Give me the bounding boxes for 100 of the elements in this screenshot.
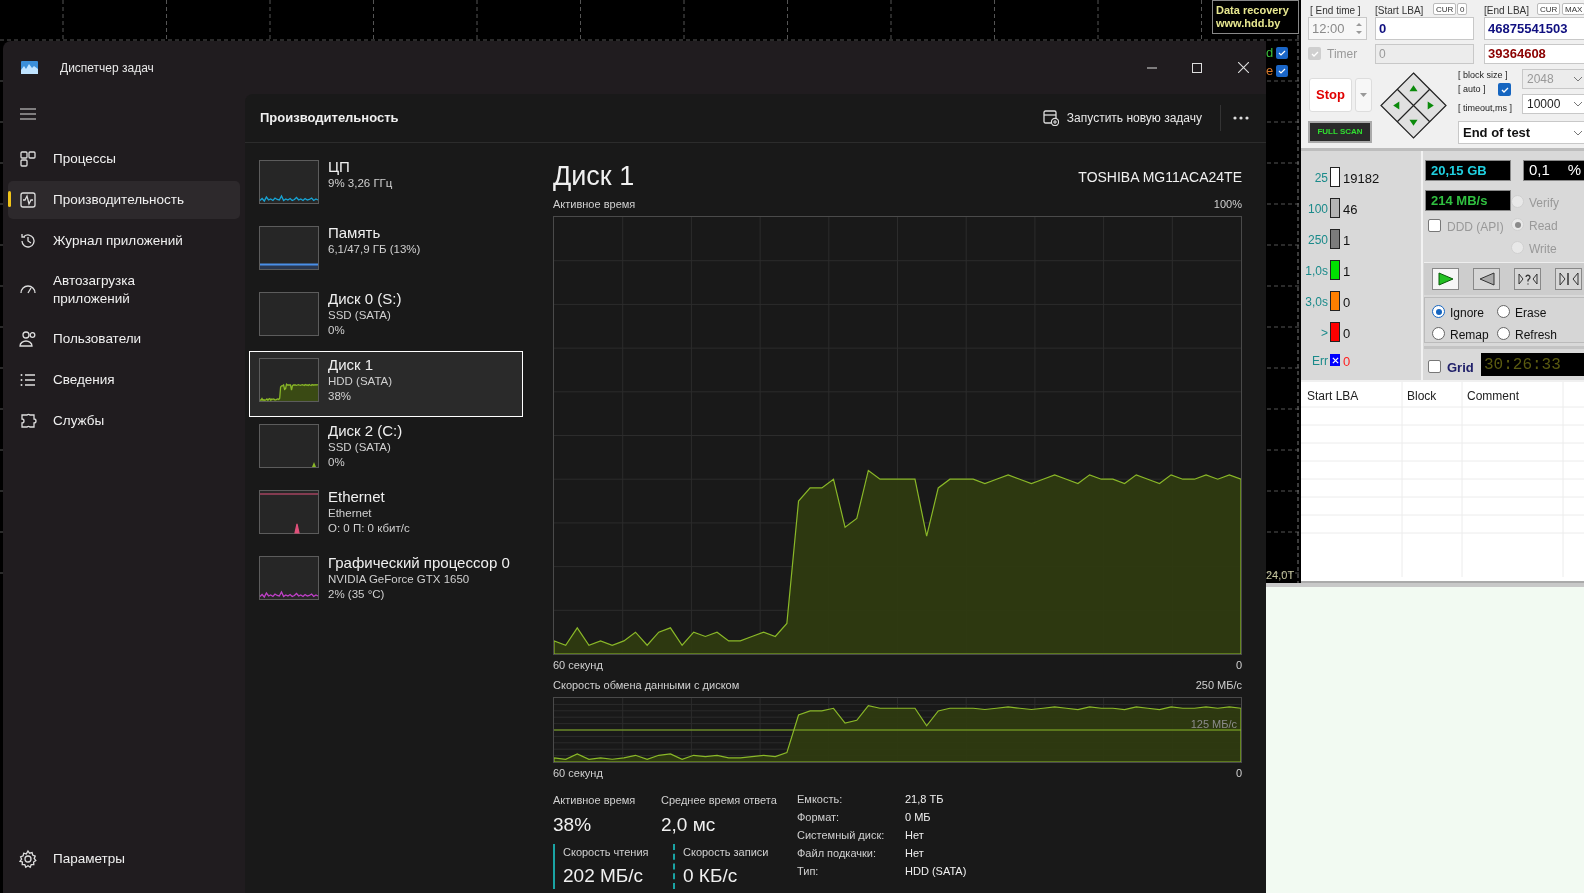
device-name: Диск 2 (C:) [328, 422, 403, 440]
axis-label: 0 [1235, 765, 1242, 781]
input-field[interactable]: 46875541503 [1484, 17, 1584, 40]
transport-button[interactable] [1514, 268, 1541, 290]
property-label: Формат: [797, 810, 841, 825]
nav-item[interactable]: Журнал приложений [8, 222, 240, 260]
skip-icon [1558, 271, 1579, 287]
checkbox[interactable] [1498, 83, 1511, 96]
usage-thumbnail [259, 358, 319, 402]
tag[interactable]: 0 [1457, 3, 1468, 15]
legend-label: d [1266, 46, 1274, 60]
selection-indicator [8, 191, 11, 207]
property-label: Файл подкачки: [797, 846, 878, 861]
more-icon[interactable] [1233, 116, 1249, 120]
device-item[interactable]: Диск 0 (S:) SSD (SATA) 0% [249, 285, 523, 351]
device-name: ЦП [328, 158, 351, 176]
chart-label: Скорость обмена данными с диском [553, 678, 740, 693]
device-detail: 0% [328, 323, 346, 338]
field-label: [ timeout,ms ] [1458, 102, 1512, 115]
transport-button[interactable] [1432, 268, 1459, 290]
full-scan-button[interactable]: FULL SCAN [1308, 121, 1372, 143]
menu-icon[interactable] [20, 108, 36, 120]
nav-item[interactable]: Сведения [8, 361, 240, 399]
usage-thumbnail [259, 556, 319, 600]
column-header: Comment [1467, 388, 1520, 405]
radio-label: Read [1529, 218, 1558, 235]
radio-label: Refresh [1515, 327, 1558, 344]
nav-item[interactable]: Пользователи [8, 320, 240, 358]
radio-label: Erase [1515, 305, 1547, 322]
input-field[interactable]: 0 [1375, 17, 1474, 40]
nav-label: Пользователи [53, 330, 143, 348]
tag[interactable]: MAX [1562, 3, 1584, 15]
counter-label: > [1320, 325, 1328, 342]
dropdown[interactable]: 10000 [1522, 94, 1584, 114]
maximize-icon[interactable] [1192, 62, 1202, 73]
checkbox[interactable] [1428, 360, 1441, 373]
usage-thumbnail [259, 490, 319, 534]
counter-label: 25 [1313, 170, 1328, 187]
new-task-button[interactable]: Запустить новую задачу [1036, 103, 1208, 133]
checkbox[interactable] [1428, 219, 1441, 232]
stat-value: 2,0 мс [661, 812, 717, 837]
device-model: TOSHIBA MG11ACA24TE [1078, 168, 1242, 187]
chevron-icon [1573, 101, 1583, 107]
counter-value: 1 [1343, 232, 1351, 250]
counter-value: 0 [1343, 294, 1351, 312]
stat-label: Активное время [553, 793, 637, 808]
tag[interactable]: CUR [1433, 3, 1457, 15]
property-value: 21,8 ТБ [905, 792, 945, 807]
device-detail: NVIDIA GeForce GTX 1650 [328, 572, 471, 587]
axis-label: 60 секунд [553, 657, 603, 673]
tag[interactable]: CUR [1537, 3, 1561, 15]
readout: 214 MB/s [1425, 190, 1511, 211]
direction-pad[interactable] [1380, 72, 1447, 139]
checkbox[interactable] [1276, 65, 1289, 77]
property-value: 0 МБ [905, 810, 932, 825]
transport-button[interactable] [1473, 268, 1500, 290]
column-header: Start LBA [1307, 388, 1360, 405]
device-item[interactable]: Графический процессор 0 NVIDIA GeForce GTX 1650 2% (35 °C) [249, 549, 523, 615]
check-icon [1500, 85, 1509, 94]
nav-item[interactable]: Автозагрузка приложений [8, 263, 240, 317]
chart-label: Активное время [553, 197, 636, 212]
pulse-icon [18, 190, 38, 210]
device-item[interactable]: ЦП 9% 3,26 ГГц [249, 153, 523, 219]
window-title: Диспетчер задач [60, 59, 154, 77]
counter-label: 100 [1306, 201, 1328, 218]
axis-label: 60 секунд [553, 765, 603, 781]
counter-label: 3,0s [1304, 294, 1328, 311]
check-icon [1278, 67, 1287, 75]
property-label: Емкость: [797, 792, 844, 807]
dropdown[interactable]: End of test [1458, 121, 1584, 144]
device-item[interactable]: Ethernet Ethernet О: 0 П: 0 кбит/с [249, 483, 523, 549]
elapsed-time-display: 30:26:33 [1481, 353, 1584, 376]
input-field[interactable]: 39364608 [1484, 44, 1584, 64]
column-header: Block [1407, 388, 1438, 405]
axis-label: 0 [1235, 657, 1242, 673]
device-item[interactable]: Память 6,1/47,9 ГБ (13%) [249, 219, 523, 285]
stat-label: Скорость чтения [563, 844, 650, 860]
device-detail: 38% [328, 389, 353, 404]
nav-item[interactable]: Производительность [8, 181, 240, 219]
field-label: Grid [1447, 359, 1474, 377]
settings-item[interactable]: Параметры [8, 840, 240, 877]
device-item[interactable]: Диск 2 (C:) SSD (SATA) 0% [249, 417, 523, 483]
usage-thumbnail [259, 160, 319, 204]
nav-item[interactable]: Службы [8, 402, 240, 440]
close-icon[interactable] [1238, 62, 1249, 73]
device-detail: 2% (35 °C) [328, 587, 386, 602]
nav-item[interactable]: Процессы [8, 140, 240, 178]
play-icon [1435, 271, 1456, 287]
counter-value: 46 [1343, 201, 1358, 219]
checkbox[interactable] [1276, 47, 1289, 59]
transport-button[interactable] [1555, 268, 1582, 290]
chevron-icon [1573, 76, 1583, 82]
settings-icon [18, 848, 38, 869]
device-detail: SSD (SATA) [328, 440, 392, 455]
radio-label: Write [1529, 241, 1557, 258]
radio-label: Remap [1450, 327, 1489, 344]
device-item[interactable]: Диск 1 HDD (SATA) 38% [249, 351, 523, 417]
counter-value: 0 [1343, 325, 1351, 343]
device-detail: 6,1/47,9 ГБ (13%) [328, 242, 421, 257]
stop-button[interactable]: Stop [1309, 78, 1352, 112]
